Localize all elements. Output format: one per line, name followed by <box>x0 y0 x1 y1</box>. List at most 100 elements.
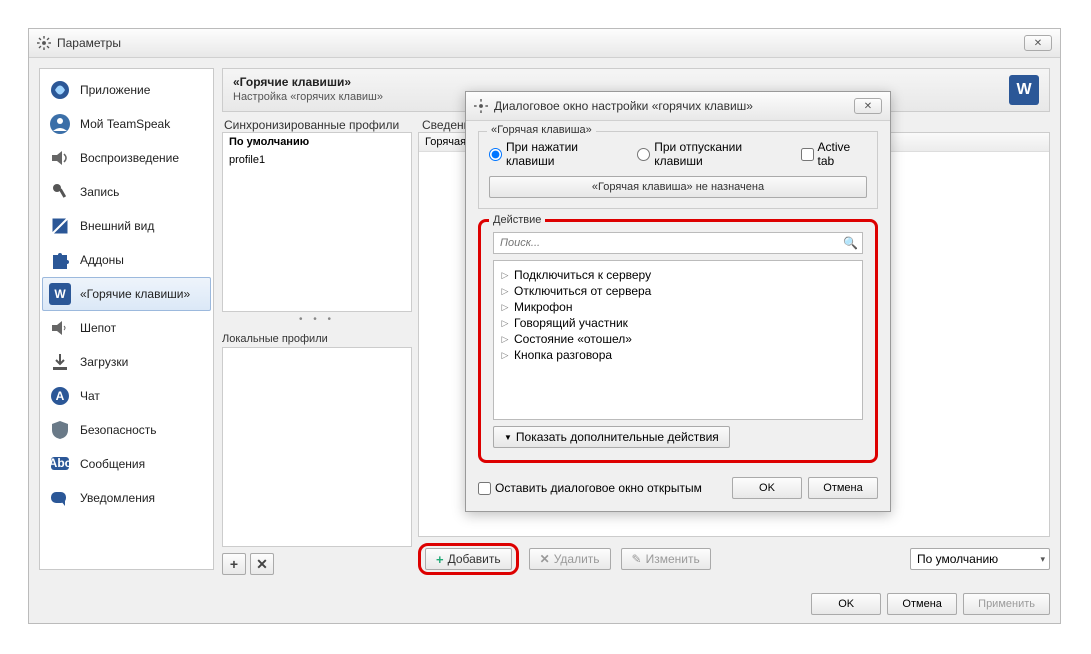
on-press-radio[interactable]: При нажатии клавиши <box>489 140 623 168</box>
dialog-cancel-button[interactable]: Отмена <box>808 477 878 499</box>
sidebar-item-chat[interactable]: A Чат <box>42 379 211 413</box>
tree-label: Говорящий участник <box>514 316 628 330</box>
expand-icon: ▷ <box>500 350 510 361</box>
dialog-title: Диалоговое окно настройки «горячих клави… <box>494 99 753 113</box>
sidebar-item-label: Запись <box>80 185 119 199</box>
sidebar-item-design[interactable]: Внешний вид <box>42 209 211 243</box>
hotkey-fieldset: «Горячая клавиша» При нажатии клавиши Пр… <box>478 131 878 209</box>
close-button[interactable]: ✕ <box>1024 35 1052 51</box>
profile-dropdown[interactable]: По умолчанию <box>910 548 1050 570</box>
remove-profile-button[interactable]: ✕ <box>250 553 274 575</box>
sidebar-item-playback[interactable]: Воспроизведение <box>42 141 211 175</box>
sync-profiles-label: Синхронизированные профили <box>222 118 412 132</box>
pencil-icon: ✎ <box>632 552 642 566</box>
dropdown-value: По умолчанию <box>917 552 998 566</box>
add-profile-button[interactable]: + <box>222 553 246 575</box>
tree-item[interactable]: ▷Состояние «отошел» <box>498 331 858 347</box>
tree-item[interactable]: ▷Отключиться от сервера <box>498 283 858 299</box>
on-release-radio[interactable]: При отпускании клавиши <box>637 140 786 168</box>
tree-item[interactable]: ▷ Подключиться к серверу <box>498 267 858 283</box>
svg-text:Abc: Abc <box>49 456 71 470</box>
delete-label: Удалить <box>554 552 600 566</box>
whisper-icon <box>48 316 72 340</box>
messages-icon: Abc <box>48 452 72 476</box>
hotkey-legend: «Горячая клавиша» <box>487 124 596 136</box>
shield-icon <box>48 418 72 442</box>
sidebar-item-addons[interactable]: Аддоны <box>42 243 211 277</box>
hotkey-dialog: Диалоговое окно настройки «горячих клави… <box>465 91 891 512</box>
sidebar-item-label: Загрузки <box>80 355 128 369</box>
tree-label: Подключиться к серверу <box>514 268 651 282</box>
checkbox-input[interactable] <box>478 482 491 495</box>
tree-item[interactable]: ▷Микрофон <box>498 299 858 315</box>
sidebar-item-label: Безопасность <box>80 423 157 437</box>
window-title: Параметры <box>57 36 121 50</box>
sidebar-item-label: «Горячие клавиши» <box>80 287 190 301</box>
tree-item[interactable]: ▷Говорящий участник <box>498 315 858 331</box>
sync-profiles-list[interactable]: По умолчанию profile1 <box>222 132 412 312</box>
gear-icon <box>474 99 488 113</box>
chat-icon: A <box>48 384 72 408</box>
radio-input[interactable] <box>637 148 650 161</box>
radio-label: При нажатии клавиши <box>506 140 623 168</box>
sidebar-item-myteamspeak[interactable]: Мой TeamSpeak <box>42 107 211 141</box>
parameters-window: Параметры ✕ Приложение Мой TeamSpeak Вос… <box>28 28 1061 624</box>
person-icon <box>48 112 72 136</box>
download-icon <box>48 350 72 374</box>
edit-button[interactable]: ✎Изменить <box>621 548 711 570</box>
dialog-close-button[interactable]: ✕ <box>854 98 882 114</box>
plus-icon: + <box>436 552 444 567</box>
gear-icon <box>37 36 51 50</box>
cancel-button[interactable]: Отмена <box>887 593 957 615</box>
sidebar-item-label: Внешний вид <box>80 219 154 233</box>
microphone-icon <box>48 180 72 204</box>
sidebar-item-hotkeys[interactable]: W «Горячие клавиши» <box>42 277 211 311</box>
notifications-icon <box>48 486 72 510</box>
x-icon: ✕ <box>540 552 550 566</box>
search-input[interactable] <box>493 232 863 254</box>
titlebar: Параметры ✕ <box>29 29 1060 58</box>
sidebar: Приложение Мой TeamSpeak Воспроизведение… <box>39 68 214 570</box>
sidebar-item-whisper[interactable]: Шепот <box>42 311 211 345</box>
assign-hotkey-button[interactable]: «Горячая клавиша» не назначена <box>489 176 867 198</box>
sidebar-item-label: Воспроизведение <box>80 151 179 165</box>
local-profiles-list[interactable] <box>222 347 412 547</box>
add-button[interactable]: +Добавить <box>425 548 512 570</box>
sidebar-item-label: Мой TeamSpeak <box>80 117 170 131</box>
active-tab-checkbox[interactable]: Active tab <box>801 140 867 168</box>
delete-button[interactable]: ✕ Удалить <box>529 548 611 570</box>
sidebar-item-downloads[interactable]: Загрузки <box>42 345 211 379</box>
sidebar-item-label: Чат <box>80 389 100 403</box>
speaker-icon <box>48 146 72 170</box>
action-legend: Действие <box>489 214 545 226</box>
ok-button[interactable]: OK <box>811 593 881 615</box>
profile-item[interactable]: profile1 <box>223 151 411 169</box>
tree-label: Микрофон <box>514 300 572 314</box>
tree-label: Отключиться от сервера <box>514 284 651 298</box>
dialog-ok-button[interactable]: OK <box>732 477 802 499</box>
radio-input[interactable] <box>489 148 502 161</box>
show-more-actions-button[interactable]: ▼ Показать дополнительные действия <box>493 426 730 448</box>
design-icon <box>48 214 72 238</box>
expand-icon: ▷ <box>500 270 510 281</box>
hotkeys-logo-icon: W <box>1009 75 1039 105</box>
tree-label: Кнопка разговора <box>514 348 612 362</box>
sidebar-item-application[interactable]: Приложение <box>42 73 211 107</box>
sidebar-item-capture[interactable]: Запись <box>42 175 211 209</box>
checkbox-label: Оставить диалоговое окно открытым <box>495 481 702 495</box>
sidebar-item-messages[interactable]: Abc Сообщения <box>42 447 211 481</box>
action-tree[interactable]: ▷Подключиться к серверу ▷Отключиться от … <box>493 260 863 420</box>
checkbox-input[interactable] <box>801 148 814 161</box>
splitter-handle[interactable]: • • • <box>222 312 412 327</box>
profile-item[interactable]: По умолчанию <box>223 133 411 151</box>
apply-button[interactable]: Применить <box>963 593 1050 615</box>
chevron-down-icon: ▼ <box>504 433 512 442</box>
show-more-label: Показать дополнительные действия <box>516 430 719 444</box>
sidebar-item-label: Приложение <box>80 83 150 97</box>
keep-open-checkbox[interactable]: Оставить диалоговое окно открытым <box>478 481 702 495</box>
sidebar-item-security[interactable]: Безопасность <box>42 413 211 447</box>
action-fieldset: Действие 🔍 ▷Подключиться к серверу ▷Откл… <box>478 219 878 463</box>
sidebar-item-notifications[interactable]: Уведомления <box>42 481 211 515</box>
tree-item[interactable]: ▷ Кнопка разговора <box>498 347 858 363</box>
expand-icon: ▷ <box>500 334 510 345</box>
